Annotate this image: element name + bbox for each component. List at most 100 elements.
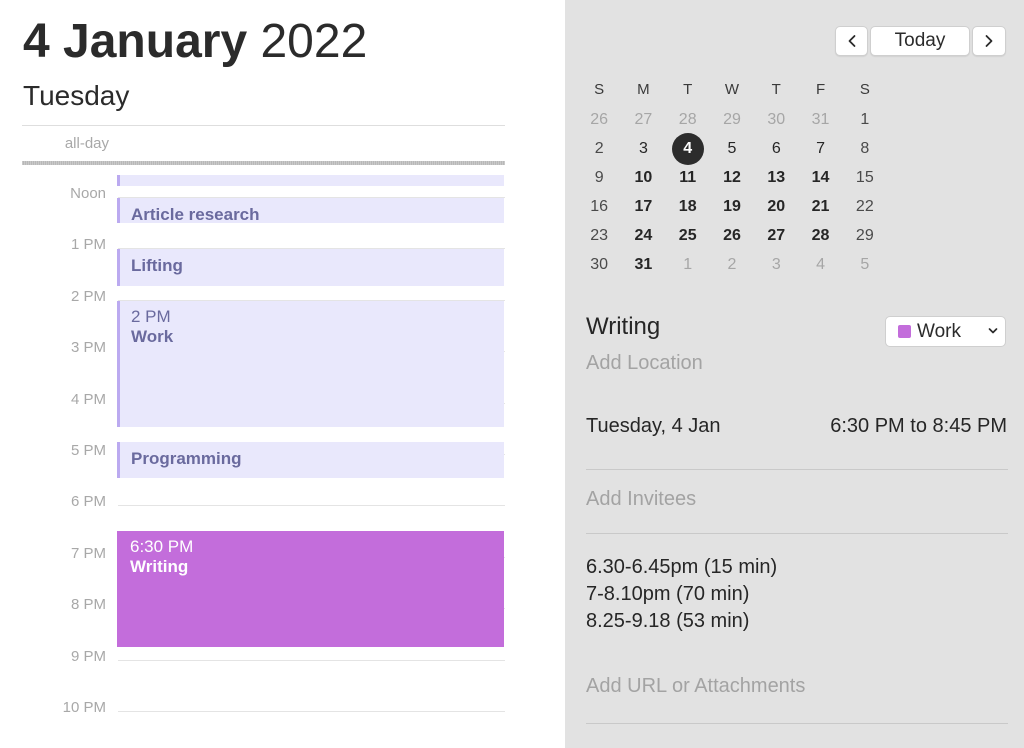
event-title: Programming <box>131 449 242 468</box>
mini-calendar-day[interactable]: 11 <box>666 169 710 187</box>
mini-calendar-day[interactable]: 28 <box>666 111 710 129</box>
chevron-right-icon <box>985 35 993 47</box>
event-block[interactable]: Article research <box>117 198 504 223</box>
mini-calendar-day[interactable]: 29 <box>710 111 754 129</box>
day-number: 30 <box>590 255 609 273</box>
mini-calendar-week: 9 10 11 12 13 14 15 <box>577 163 887 192</box>
day-number: 5 <box>860 255 870 273</box>
mini-calendar-day[interactable]: 30 <box>754 111 798 129</box>
previous-button[interactable] <box>835 26 868 56</box>
mini-calendar-day[interactable]: 26 <box>710 227 754 245</box>
hour-label: Noon <box>70 185 106 202</box>
date-day-month: 4 January <box>23 15 248 68</box>
weekday-header: S <box>594 80 605 98</box>
mini-calendar-day[interactable]: 10 <box>621 169 665 187</box>
mini-calendar-day[interactable]: 8 <box>843 140 887 158</box>
mini-calendar-day[interactable]: 31 <box>798 111 842 129</box>
day-number: 15 <box>855 168 874 186</box>
hour-label: 3 PM <box>70 339 106 357</box>
mini-calendar-day[interactable]: 14 <box>798 169 842 187</box>
add-location-field[interactable]: Add Location <box>586 352 703 375</box>
add-url-field[interactable]: Add URL or Attachments <box>586 675 805 698</box>
mini-calendar-week: 2 3 4 5 6 7 8 <box>577 132 887 165</box>
mini-calendar-day[interactable]: 17 <box>621 198 665 216</box>
day-number: 14 <box>811 168 830 186</box>
mini-calendar-day[interactable]: 5 <box>710 140 754 158</box>
event-time: 2 PM <box>131 307 171 326</box>
hour-label: 8 PM <box>70 596 106 614</box>
day-number: 19 <box>723 197 741 215</box>
event-block[interactable]: 2 PM Work <box>117 301 504 427</box>
mini-calendar-day[interactable]: 30 <box>577 256 621 274</box>
mini-calendar-day[interactable]: 18 <box>666 198 710 216</box>
day-number: 8 <box>860 139 870 157</box>
event-block-selected[interactable]: 6:30 PM Writing <box>117 531 504 647</box>
mini-calendar-day[interactable]: 19 <box>710 198 754 216</box>
day-number: 18 <box>678 197 697 215</box>
add-invitees-field[interactable]: Add Invitees <box>586 488 696 511</box>
mini-calendar-grid: 26 27 28 29 30 31 1 2 3 4 5 6 7 8 9 10 11 12 13 14 15 16 17 18 1… <box>577 105 887 279</box>
mini-calendar-day[interactable]: 13 <box>754 169 798 187</box>
mini-calendar-day[interactable]: 26 <box>577 111 621 129</box>
day-number: 29 <box>723 110 741 128</box>
event-block[interactable] <box>117 175 504 186</box>
day-number: 31 <box>811 110 830 128</box>
event-notes[interactable]: 6.30-6.45pm (15 min) 7-8.10pm (70 min) 8.2… <box>586 554 777 635</box>
event-time-range[interactable]: 6:30 PM to 8:45 PM <box>830 415 1007 438</box>
hour-label: 5 PM <box>70 442 106 459</box>
mini-calendar-day[interactable]: 3 <box>754 256 798 274</box>
event-block[interactable]: Programming <box>117 442 504 478</box>
mini-calendar-day[interactable]: 28 <box>798 227 842 245</box>
event-date[interactable]: Tuesday, 4 Jan <box>586 415 721 438</box>
mini-calendar-day[interactable]: 22 <box>843 198 887 216</box>
hour-label: 6 PM <box>70 493 106 511</box>
next-button[interactable] <box>972 26 1006 56</box>
mini-calendar-day[interactable]: 23 <box>577 227 621 245</box>
mini-calendar-day[interactable]: 16 <box>577 198 621 216</box>
mini-calendar-day[interactable]: 2 <box>577 140 621 158</box>
all-day-top-divider <box>22 125 505 126</box>
mini-calendar-day[interactable]: 29 <box>843 227 887 245</box>
mini-calendar-day[interactable]: 21 <box>798 198 842 216</box>
mini-calendar-day[interactable]: 25 <box>666 227 710 245</box>
hour-gridline <box>118 711 505 712</box>
mini-calendar-day[interactable]: 31 <box>621 256 665 274</box>
event-title-field[interactable]: Writing <box>586 313 660 341</box>
mini-calendar-day[interactable]: 7 <box>798 140 842 158</box>
mini-calendar-day[interactable]: 3 <box>621 140 665 158</box>
all-day-bottom-divider <box>22 161 505 165</box>
calendar-select-value: Work <box>917 320 961 342</box>
mini-calendar-day[interactable]: 6 <box>754 140 798 158</box>
mini-calendar-day[interactable]: 20 <box>754 198 798 216</box>
hour-gridline <box>118 505 505 506</box>
mini-calendar-day[interactable]: 27 <box>621 111 665 129</box>
mini-calendar-day[interactable]: 1 <box>843 111 887 129</box>
mini-calendar-week: 16 17 18 19 20 21 22 <box>577 192 887 221</box>
mini-calendar-day[interactable]: 9 <box>577 169 621 187</box>
mini-calendar-day[interactable]: 15 <box>843 169 887 187</box>
mini-calendar-day[interactable]: 27 <box>754 227 798 245</box>
note-line: 7-8.10pm (70 min) <box>586 583 750 605</box>
today-button[interactable]: Today <box>870 26 970 56</box>
divider <box>586 533 1008 534</box>
date-navigation: Today <box>835 26 1006 56</box>
mini-calendar-day[interactable]: 24 <box>621 227 665 245</box>
day-number: 2 <box>727 255 737 273</box>
calendar-color-swatch <box>898 325 911 338</box>
mini-calendar-day[interactable]: 5 <box>843 256 887 274</box>
mini-calendar-week: 23 24 25 26 27 28 29 <box>577 221 887 250</box>
day-number: 27 <box>767 226 786 244</box>
day-number: 31 <box>634 255 653 273</box>
note-line: 8.25-9.18 (53 min) <box>586 610 750 632</box>
mini-calendar-day[interactable]: 1 <box>666 256 710 274</box>
day-number: 17 <box>634 197 653 215</box>
weekday-header: T <box>771 80 781 98</box>
event-block[interactable]: Lifting <box>117 249 504 286</box>
mini-calendar-day-selected[interactable]: 4 <box>666 132 710 165</box>
mini-calendar-day[interactable]: 12 <box>710 169 754 187</box>
divider <box>586 723 1008 724</box>
day-number: 7 <box>816 139 825 157</box>
mini-calendar-day[interactable]: 2 <box>710 256 754 274</box>
mini-calendar-day[interactable]: 4 <box>798 256 842 274</box>
calendar-select[interactable]: Work <box>885 316 1006 347</box>
